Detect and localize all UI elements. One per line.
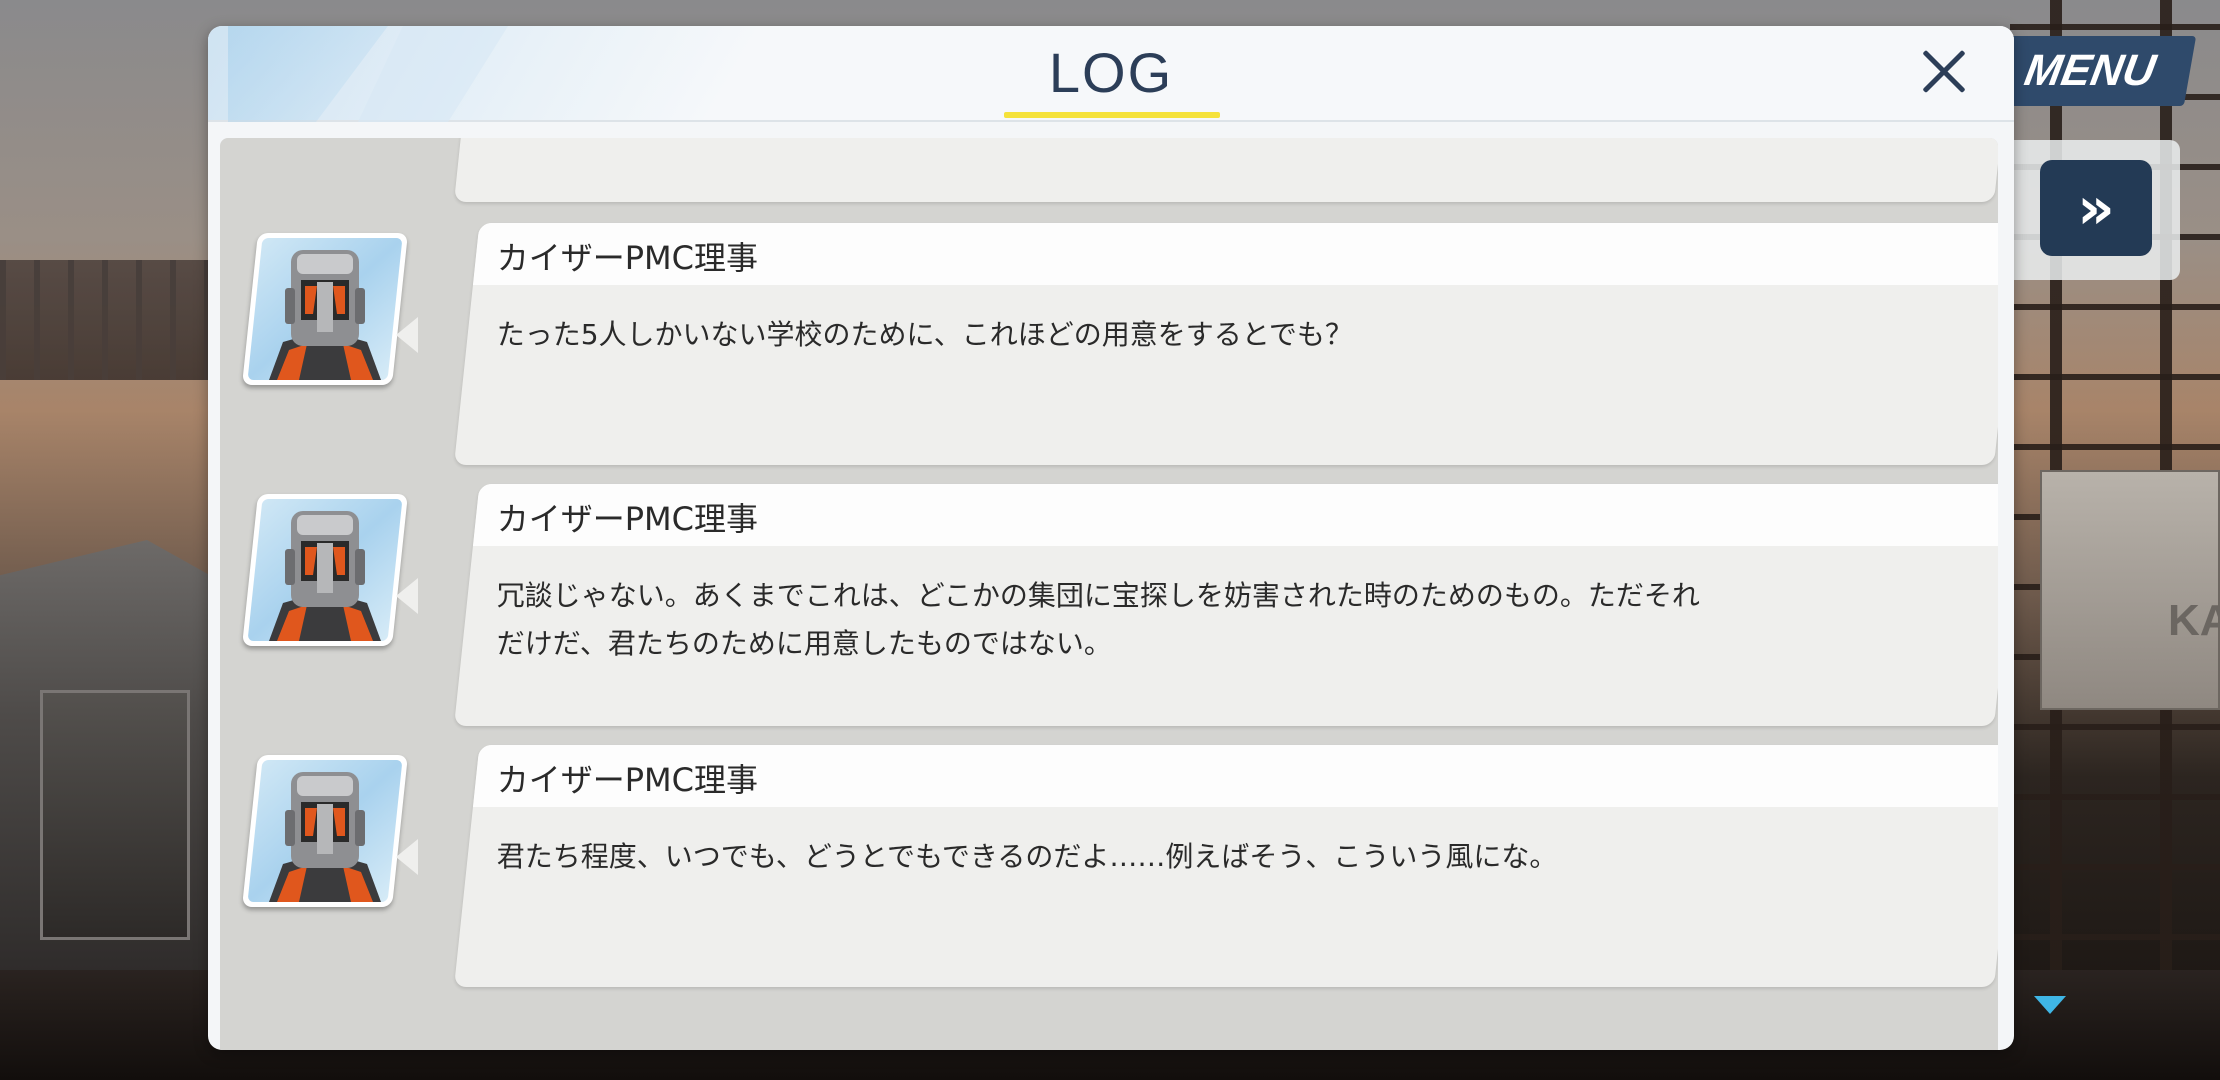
robot-portrait-icon <box>269 250 381 380</box>
bubble-tail <box>396 578 418 614</box>
robot-portrait-icon <box>269 772 381 902</box>
menu-button-label: MENU <box>2020 46 2160 95</box>
speaker-name: カイザーPMC理事 <box>496 761 758 799</box>
background-wall-sign: KA <box>2168 596 2220 645</box>
robot-portrait-icon <box>269 511 381 641</box>
log-entry <box>220 138 1998 222</box>
dialogue-bubble: カイザーPMC理事 冗談じゃない。あくまでこれは、どこかの集団に宝探しを妨害され… <box>454 484 1998 726</box>
fast-forward-icon: » <box>2077 174 2115 242</box>
speaker-name: カイザーPMC理事 <box>496 500 758 538</box>
dialogue-bubble: カイザーPMC理事 たった5人しかいない学校のために、これほどの用意をするとでも… <box>454 223 1998 465</box>
log-title: LOG <box>1048 41 1174 104</box>
log-entry[interactable]: カイザーPMC理事 冗談じゃない。あくまでこれは、どこかの集団に宝探しを妨害され… <box>220 484 1998 746</box>
speaker-portrait <box>242 494 408 646</box>
dialogue-bubble: カイザーPMC理事 君たち程度、いつでも、どうとでもできるのだよ……例えばそう、… <box>454 745 1998 987</box>
dialogue-text: 君たち程度、いつでも、どうとでもできるのだよ……例えばそう、こういう風にな。 <box>496 840 1558 873</box>
menu-button[interactable]: MENU <box>1983 36 2197 106</box>
background-wall <box>2040 470 2220 710</box>
log-list[interactable]: カイザーPMC理事 たった5人しかいない学校のために、これほどの用意をするとでも… <box>220 138 1998 1050</box>
log-window: LOG カイザーPMC理事 たった5人しかいない学校のために、これほどの用意をす… <box>208 26 2014 1050</box>
close-icon[interactable] <box>1908 36 1980 108</box>
log-entry[interactable]: カイザーPMC理事 たった5人しかいない学校のために、これほどの用意をするとでも… <box>220 223 1998 485</box>
fast-forward-button[interactable]: » <box>2040 160 2152 256</box>
dialogue-text: たった5人しかいない学校のために、これほどの用意をするとでも？ <box>496 318 1353 351</box>
speaker-portrait <box>242 755 408 907</box>
bubble-tail <box>396 839 418 875</box>
speaker-portrait <box>242 233 408 385</box>
title-underline <box>1004 112 1220 118</box>
speaker-name: カイザーPMC理事 <box>496 239 758 277</box>
bubble-tail <box>396 317 418 353</box>
scroll-down-arrow-icon[interactable] <box>2034 996 2066 1014</box>
dialogue-text: 冗談じゃない。あくまでこれは、どこかの集団に宝探しを妨害された時のためのもの。た… <box>496 579 1700 660</box>
log-entry[interactable]: カイザーPMC理事 君たち程度、いつでも、どうとでもできるのだよ……例えばそう、… <box>220 745 1998 1007</box>
background-structure <box>0 260 230 380</box>
dialogue-bubble <box>454 138 1998 202</box>
log-header: LOG <box>208 26 2014 122</box>
background-container-door <box>40 690 190 940</box>
